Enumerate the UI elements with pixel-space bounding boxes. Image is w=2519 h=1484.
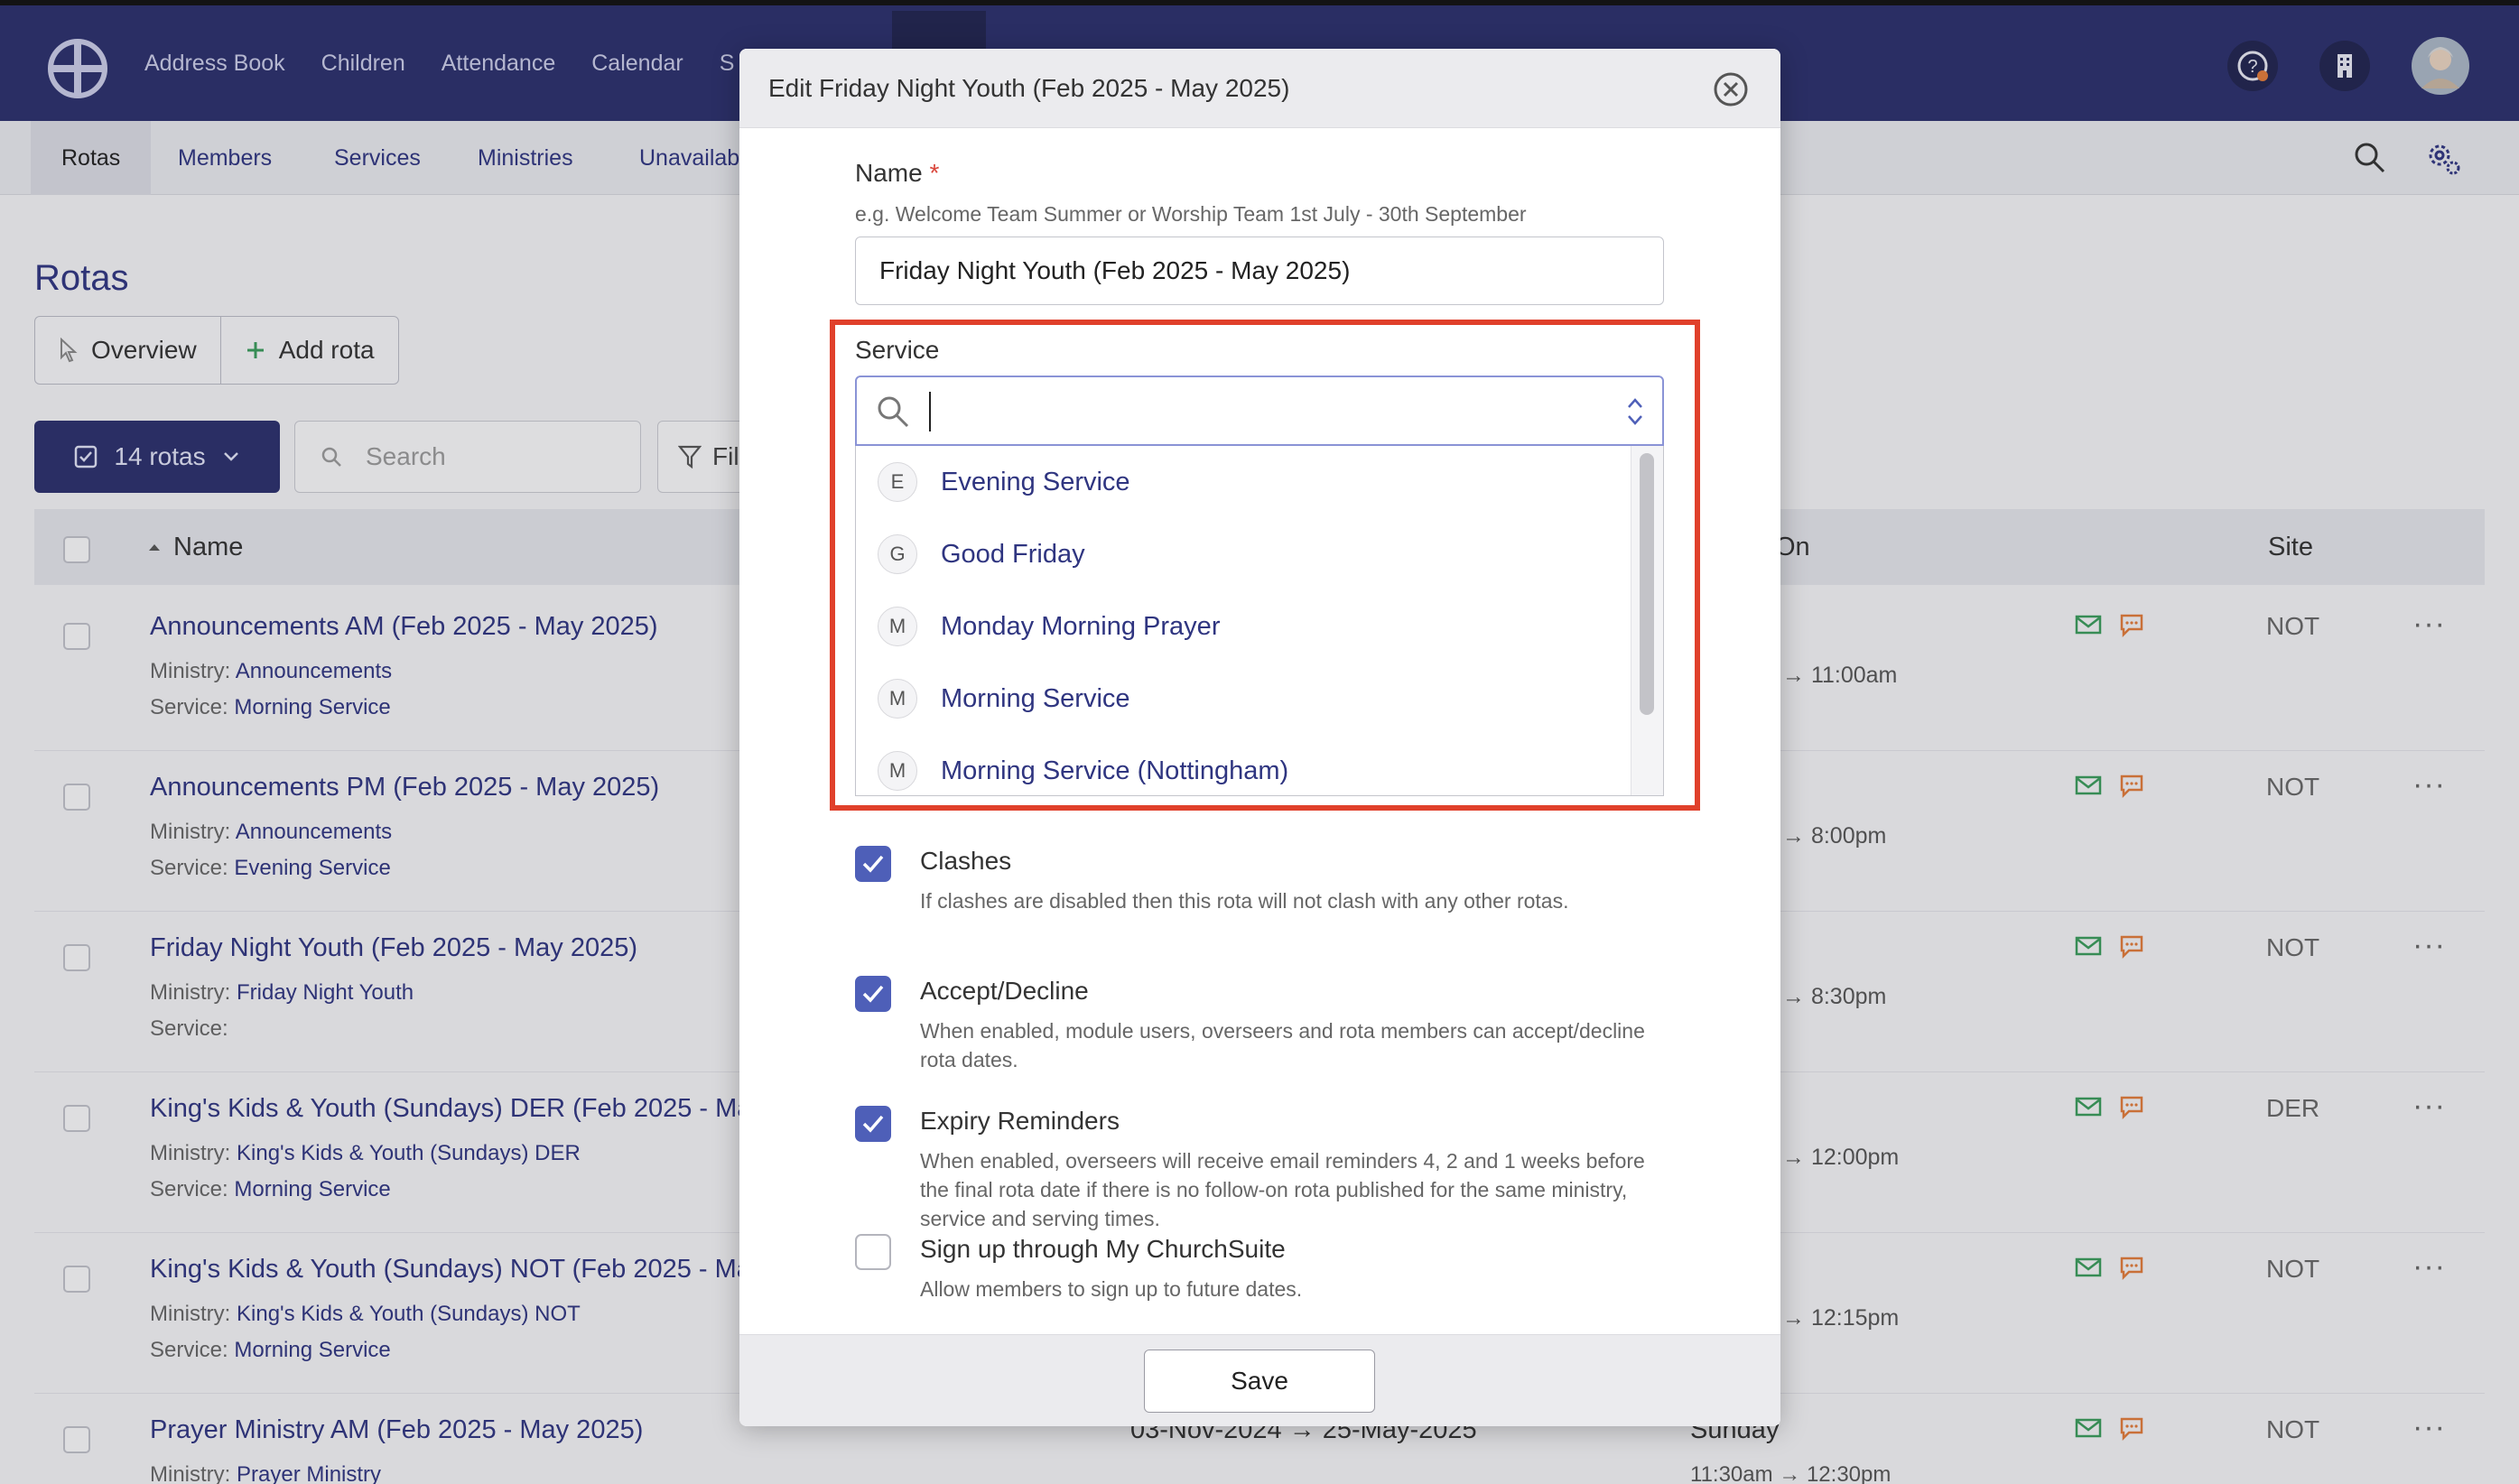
clashes-description: If clashes are disabled then this rota w… <box>920 889 1569 913</box>
modal-title: Edit Friday Night Youth (Feb 2025 - May … <box>768 74 1290 102</box>
scrollbar-thumb[interactable] <box>1640 453 1654 715</box>
option-letter-badge: G <box>878 534 917 574</box>
service-search-input[interactable] <box>855 376 1664 446</box>
option-letter-badge: M <box>878 751 917 791</box>
select-arrows-icon[interactable] <box>1624 394 1646 430</box>
close-icon[interactable] <box>1712 70 1750 108</box>
accept-decline-description: When enabled, module users, overseers an… <box>920 1019 1645 1071</box>
accept-decline-checkbox[interactable] <box>855 976 891 1012</box>
expiry-reminders-description: When enabled, overseers will receive ema… <box>920 1149 1645 1230</box>
option-letter-badge: M <box>878 679 917 719</box>
required-mark: * <box>929 159 940 187</box>
clashes-label: Clashes <box>920 847 1012 875</box>
option-label: Morning Service <box>941 683 1130 713</box>
name-input[interactable]: Friday Night Youth (Feb 2025 - May 2025) <box>855 237 1664 305</box>
service-option[interactable]: M Morning Service <box>856 663 1632 735</box>
modal-footer: Save <box>739 1334 1780 1426</box>
check-icon <box>862 1115 884 1133</box>
service-option[interactable]: G Good Friday <box>856 518 1632 590</box>
service-option[interactable]: E Evening Service <box>856 446 1632 518</box>
check-icon <box>862 855 884 873</box>
clashes-checkbox[interactable] <box>855 846 891 882</box>
accept-decline-label: Accept/Decline <box>920 977 1089 1005</box>
edit-rota-modal: Edit Friday Night Youth (Feb 2025 - May … <box>739 49 1780 1426</box>
search-icon <box>878 396 909 428</box>
text-caret <box>929 392 931 431</box>
option-label: Good Friday <box>941 539 1085 569</box>
dropdown-scrollbar[interactable] <box>1631 446 1663 795</box>
check-icon <box>862 985 884 1003</box>
service-option[interactable]: M Monday Morning Prayer <box>856 590 1632 663</box>
expiry-reminders-label: Expiry Reminders <box>920 1107 1120 1135</box>
option-label: Monday Morning Prayer <box>941 611 1221 641</box>
option-letter-badge: M <box>878 607 917 646</box>
sign-up-checkbox[interactable] <box>855 1234 891 1270</box>
sign-up-label: Sign up through My ChurchSuite <box>920 1235 1286 1263</box>
modal-header: Edit Friday Night Youth (Feb 2025 - May … <box>739 49 1780 128</box>
service-label: Service <box>855 336 940 364</box>
expiry-reminders-checkbox[interactable] <box>855 1106 891 1142</box>
sign-up-description: Allow members to sign up to future dates… <box>920 1277 1303 1301</box>
name-label: Name * <box>855 159 940 187</box>
save-button[interactable]: Save <box>1144 1350 1375 1413</box>
name-hint: e.g. Welcome Team Summer or Worship Team… <box>855 202 1527 226</box>
option-letter-badge: E <box>878 462 917 502</box>
service-dropdown-list: E Evening Service G Good Friday M Monday… <box>855 446 1664 796</box>
service-option[interactable]: M Morning Service (Nottingham) <box>856 735 1632 795</box>
option-label: Morning Service (Nottingham) <box>941 756 1289 785</box>
option-label: Evening Service <box>941 467 1130 496</box>
